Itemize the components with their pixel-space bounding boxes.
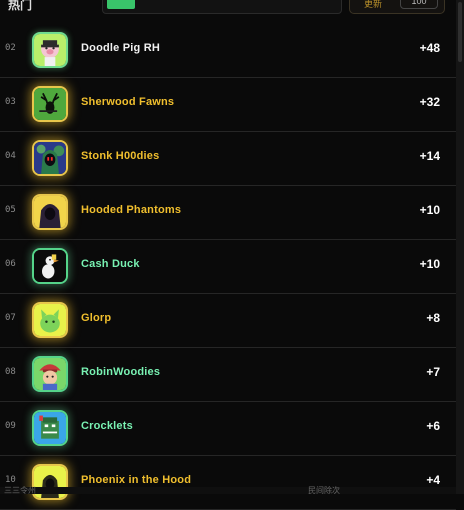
refresh-control[interactable]: 更新 100 <box>349 0 445 14</box>
progress-fill <box>107 0 135 9</box>
deer-avatar-icon <box>32 86 68 122</box>
refresh-label: 更新 <box>364 0 383 9</box>
leaderboard-header: 热门 更新 100 <box>0 0 464 22</box>
collection-name[interactable]: Doodle Pig RH <box>81 42 160 54</box>
collection-name[interactable]: Phoenix in the Hood <box>81 474 191 486</box>
rank-number: 04 <box>5 151 16 161</box>
progress-track <box>102 0 342 14</box>
phantom-avatar-icon <box>32 194 68 230</box>
vertical-scrollbar[interactable] <box>456 0 464 494</box>
leaderboard-row[interactable]: 02 Doodle Pig RH +48 <box>0 23 456 78</box>
rank-number: 10 <box>5 475 16 485</box>
pig-avatar-icon <box>32 32 68 68</box>
leaderboard-row[interactable]: 09 Crocklets +6 <box>0 401 456 456</box>
refresh-value[interactable]: 100 <box>400 0 438 9</box>
rank-number: 08 <box>5 367 16 377</box>
section-title: 热门 <box>8 0 33 12</box>
leaderboard-row[interactable]: 07 Glorp +8 <box>0 293 456 348</box>
leaderboard-row[interactable]: 10 Phoenix in the Hood +4 <box>0 455 456 510</box>
scrollbar-thumb[interactable] <box>458 2 462 62</box>
croc-avatar-icon <box>32 410 68 446</box>
phoenix-avatar-icon <box>32 464 68 500</box>
score-delta: +10 <box>419 257 440 271</box>
collection-name[interactable]: Crocklets <box>81 420 133 432</box>
rank-number: 02 <box>5 43 16 53</box>
collection-name[interactable]: Cash Duck <box>81 258 140 270</box>
rank-number: 05 <box>5 205 16 215</box>
leaderboard-row[interactable]: 05 Hooded Phantoms +10 <box>0 185 456 240</box>
leaderboard-row[interactable]: 08 RobinWoodies +7 <box>0 347 456 402</box>
score-delta: +8 <box>426 311 440 325</box>
score-delta: +6 <box>426 419 440 433</box>
rank-number: 09 <box>5 421 16 431</box>
collection-name[interactable]: Stonk H00dies <box>81 150 159 162</box>
duck-avatar-icon <box>32 248 68 284</box>
score-delta: +7 <box>426 365 440 379</box>
leaderboard-row[interactable]: 06 Cash Duck +10 <box>0 239 456 294</box>
rank-number: 07 <box>5 313 16 323</box>
footer-left-text: 三三令州 <box>4 486 36 495</box>
collection-name[interactable]: Glorp <box>81 312 111 324</box>
footer-right-text: 民间除次 <box>308 486 340 495</box>
leaderboard-row[interactable]: 03 Sherwood Fawns +32 <box>0 77 456 132</box>
collection-name[interactable]: Sherwood Fawns <box>81 96 174 108</box>
score-delta: +10 <box>419 203 440 217</box>
robin-woodie-avatar-icon <box>32 356 68 392</box>
alien-cat-avatar-icon <box>32 302 68 338</box>
leaderboard-row[interactable]: 04 Stonk H00dies +14 <box>0 131 456 186</box>
score-delta: +14 <box>419 149 440 163</box>
hooded-figure-avatar-icon <box>32 140 68 176</box>
bottom-strip: 三三令州 民间除次 <box>0 486 456 495</box>
score-delta: +4 <box>426 473 440 487</box>
score-delta: +48 <box>419 41 440 55</box>
rank-number: 03 <box>5 97 16 107</box>
rank-number: 06 <box>5 259 16 269</box>
collection-name[interactable]: Hooded Phantoms <box>81 204 181 216</box>
collection-name[interactable]: RobinWoodies <box>81 366 160 378</box>
score-delta: +32 <box>419 95 440 109</box>
